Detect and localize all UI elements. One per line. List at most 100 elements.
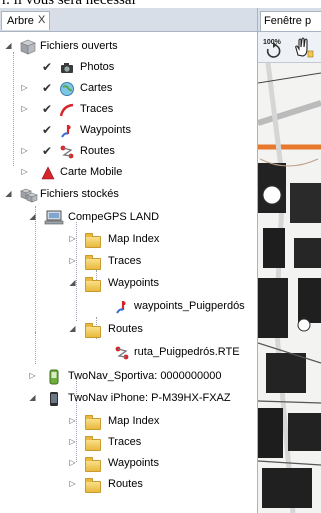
waypoint-icon <box>59 123 75 139</box>
map-tab-bar: Fenêtre p <box>258 8 321 32</box>
file-tree: ◢ Fichiers ouverts ✔ Photos ▷ ✔ Cartes ▷ <box>0 32 257 512</box>
photos-checkbox[interactable]: ✔ <box>42 61 54 73</box>
tab-arbre-label: Arbre <box>7 15 34 27</box>
tree-item-compegps-routes[interactable]: ◢ Routes <box>68 321 253 339</box>
tree-item-iphone-map-index[interactable]: ▷ Map Index <box>68 413 253 431</box>
tree-item-waypoints-file[interactable]: waypoints_Puigperdós <box>108 298 257 316</box>
tree-item-iphone-waypoints[interactable]: ▷ Waypoints <box>68 455 253 473</box>
route-icon <box>59 144 75 160</box>
expand-arrow-icon[interactable]: ▷ <box>20 146 29 156</box>
cartes-checkbox[interactable]: ✔ <box>42 82 54 94</box>
zoom-100-button[interactable]: 100% <box>262 35 286 59</box>
tree-item-iphone-traces[interactable]: ▷ Traces <box>68 434 253 452</box>
folder-icon <box>84 254 101 270</box>
expand-arrow-icon[interactable]: ▷ <box>68 479 77 489</box>
route-file-icon <box>114 345 130 361</box>
tree-item-routes-file[interactable]: ruta_Puigpedrós.RTE <box>108 344 257 362</box>
tab-close-button[interactable]: X <box>38 14 45 26</box>
tree-item-stored-files[interactable]: ◢ Fichiers stockés <box>4 186 254 204</box>
collapse-arrow-icon[interactable]: ◢ <box>68 278 77 288</box>
expand-arrow-icon[interactable]: ▷ <box>20 83 29 93</box>
tab-map-window-label: Fenêtre p <box>264 15 312 27</box>
tree-item-twonav-sportiva[interactable]: ▷ TwoNav_Sportiva: 0000000000 <box>28 368 257 386</box>
folder-icon <box>84 322 101 338</box>
compegps-traces-label: Traces <box>108 255 142 267</box>
tree-item-compegps-waypoints[interactable]: ◢ Waypoints <box>68 275 253 293</box>
stored-files-label: Fichiers stockés <box>40 188 119 200</box>
camera-icon <box>59 60 75 76</box>
phone-device-icon <box>46 391 62 407</box>
expand-arrow-icon[interactable]: ▷ <box>68 256 77 266</box>
tree-item-iphone-routes[interactable]: ▷ Routes <box>68 476 253 494</box>
routes-file-label: ruta_Puigpedrós.RTE <box>134 346 240 358</box>
tree-item-routes[interactable]: ▷ ✔ Routes <box>20 143 250 161</box>
carte-mobile-label: Carte Mobile <box>60 166 123 178</box>
compegps-map-index-label: Map Index <box>108 233 160 245</box>
waypoints-file-label: waypoints_Puigperdós <box>134 300 245 312</box>
cartes-label: Cartes <box>80 82 113 94</box>
routes-label: Routes <box>80 145 115 157</box>
waypoints-label: Waypoints <box>80 124 131 136</box>
track-icon <box>59 102 75 118</box>
tab-map-window[interactable]: Fenêtre p <box>260 11 321 31</box>
compegps-routes-label: Routes <box>108 323 143 335</box>
folder-icon <box>84 232 101 248</box>
computer-icon <box>44 210 64 226</box>
zoom-100-label: 100% <box>263 39 282 46</box>
header-text-strip: r. il vous sera nécessai <box>0 0 321 8</box>
iphone-map-index-label: Map Index <box>108 415 160 427</box>
map-toolbar: 100% <box>258 32 321 63</box>
header-text: r. il vous sera nécessai <box>2 0 136 8</box>
traces-label: Traces <box>80 103 114 115</box>
expand-arrow-icon[interactable]: ▷ <box>20 167 29 177</box>
twonav-iphone-label: TwoNav iPhone: P-M39HX-FXAZ <box>68 392 231 404</box>
expand-arrow-icon[interactable]: ▷ <box>68 416 77 426</box>
gps-device-green-icon <box>46 369 62 385</box>
twonav-sportiva-label: TwoNav_Sportiva: 0000000000 <box>68 370 222 382</box>
tree-item-open-files-label: Fichiers ouverts <box>40 40 118 52</box>
tree-item-traces[interactable]: ▷ ✔ Traces <box>20 101 250 119</box>
collapse-arrow-icon[interactable]: ◢ <box>68 324 77 334</box>
expand-arrow-icon[interactable]: ▷ <box>68 234 77 244</box>
tree-item-compegps-traces[interactable]: ▷ Traces <box>68 253 253 271</box>
red-triangle-icon <box>40 165 56 181</box>
collapse-arrow-icon[interactable]: ◢ <box>28 212 37 222</box>
folder-icon <box>84 276 101 292</box>
tree-item-compegps-land[interactable]: ◢ CompeGPS LAND <box>28 209 253 227</box>
routes-checkbox[interactable]: ✔ <box>42 145 54 157</box>
traces-checkbox[interactable]: ✔ <box>42 103 54 115</box>
hand-pan-icon[interactable] <box>290 35 314 59</box>
tree-item-twonav-iphone[interactable]: ◢ TwoNav iPhone: P-M39HX-FXAZ <box>28 390 257 408</box>
folder-icon <box>84 477 101 493</box>
stored-files-cubes-icon <box>20 187 38 203</box>
tab-arbre[interactable]: Arbre X <box>1 11 50 30</box>
folder-icon <box>84 414 101 430</box>
open-files-cube-icon <box>20 39 36 55</box>
iphone-waypoints-label: Waypoints <box>108 457 159 469</box>
compegps-land-label: CompeGPS LAND <box>68 211 160 223</box>
iphone-traces-label: Traces <box>108 436 142 448</box>
expand-arrow-icon[interactable]: ▷ <box>20 104 29 114</box>
folder-icon <box>84 456 101 472</box>
tree-item-cartes[interactable]: ▷ ✔ Cartes <box>20 80 250 98</box>
tree-panel: Arbre X ◢ Fichiers ouverts ✔ Photos ▷ ✔ … <box>0 8 258 513</box>
tree-item-open-files[interactable]: ◢ Fichiers ouverts <box>4 38 254 56</box>
iphone-routes-label: Routes <box>108 478 143 490</box>
tree-item-waypoints[interactable]: ✔ Waypoints <box>20 122 250 140</box>
expand-arrow-icon[interactable]: ▷ <box>68 458 77 468</box>
map-view[interactable] <box>258 63 321 513</box>
tree-item-carte-mobile[interactable]: ▷ Carte Mobile <box>20 164 250 182</box>
collapse-arrow-icon[interactable]: ◢ <box>28 393 37 403</box>
map-panel: Fenêtre p 100% <box>258 8 321 513</box>
tree-item-compegps-map-index[interactable]: ▷ Map Index <box>68 231 253 249</box>
collapse-arrow-icon[interactable]: ◢ <box>4 41 13 51</box>
compegps-waypoints-label: Waypoints <box>108 277 159 289</box>
waypoint-file-icon <box>114 299 130 315</box>
tree-item-photos[interactable]: ✔ Photos <box>20 59 250 77</box>
photos-label: Photos <box>80 61 115 73</box>
waypoints-checkbox[interactable]: ✔ <box>42 124 54 136</box>
expand-arrow-icon[interactable]: ▷ <box>28 371 37 381</box>
tree-tab-bar: Arbre X <box>0 8 257 32</box>
expand-arrow-icon[interactable]: ▷ <box>68 437 77 447</box>
collapse-arrow-icon[interactable]: ◢ <box>4 189 13 199</box>
